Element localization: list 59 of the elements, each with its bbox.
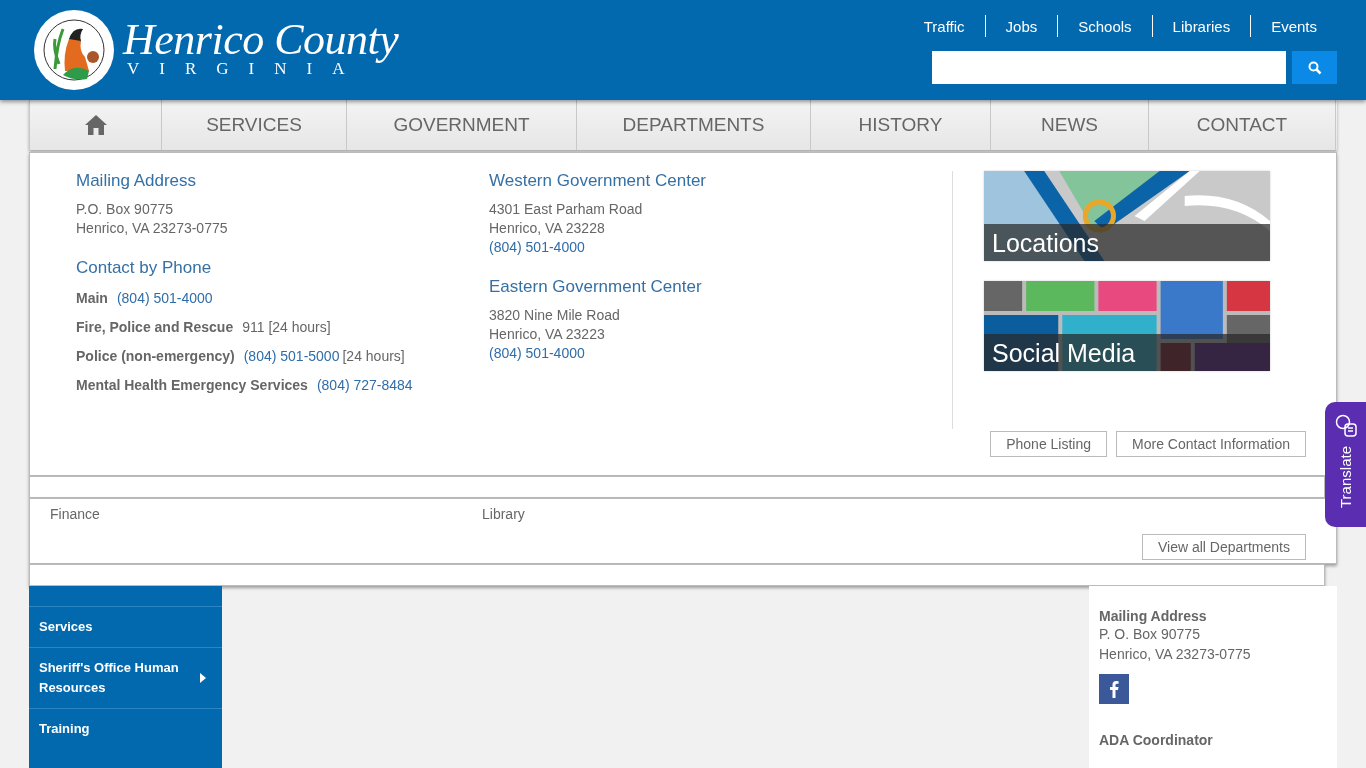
sidebar-item[interactable]: Sheriff's Office Human Resources <box>29 647 222 708</box>
tile-link[interactable]: Social Media <box>984 281 1270 371</box>
utility-link[interactable]: Schools <box>1058 17 1152 35</box>
nav-tab[interactable]: SERVICES <box>161 100 346 150</box>
department-link[interactable]: Library <box>482 506 914 522</box>
sidebar-item[interactable]: Training <box>29 708 222 749</box>
outline-button[interactable]: More Contact Information <box>1116 431 1306 457</box>
tile-label: Locations <box>992 229 1100 258</box>
facebook-icon[interactable] <box>1099 674 1129 704</box>
nav-tab[interactable]: DEPARTMENTS <box>576 100 810 150</box>
section-heading: Eastern Government Center <box>489 277 703 297</box>
address-line: Henrico, VA 23273-0775 <box>76 220 229 236</box>
translate-icon <box>1334 414 1357 438</box>
nav-tab[interactable]: CONTACT <box>1148 100 1336 150</box>
phone-link[interactable]: (804) 501-5000 <box>243 348 340 364</box>
info-heading: Mailing Address <box>1099 608 1208 624</box>
address-line: Henrico, VA 23228 <box>489 220 606 236</box>
outline-button[interactable]: View all Departments <box>1141 534 1306 560</box>
phone-note: [24 hours] <box>342 348 405 364</box>
nav-tab[interactable]: NEWS <box>990 100 1148 150</box>
home-icon <box>83 114 108 136</box>
address-line: 3820 Nine Mile Road <box>489 307 621 323</box>
department-link[interactable]: Finance <box>50 506 482 522</box>
phone-label: Police (non-emergency) <box>76 348 235 364</box>
sidebar-item[interactable]: Services <box>29 606 222 647</box>
phone-link[interactable]: (804) 727-8484 <box>316 377 413 393</box>
tile-link[interactable]: Locations <box>984 171 1270 261</box>
caret-icon <box>200 673 206 683</box>
phone-label: Main <box>76 290 108 306</box>
utility-link[interactable]: Libraries <box>1152 17 1251 35</box>
translate-tab[interactable]: Translate <box>1325 402 1366 527</box>
nav-tab[interactable]: GOVERNMENT <box>346 100 576 150</box>
phone-link[interactable]: (804) 501-4000 <box>489 345 952 361</box>
section-heading: Contact by Phone <box>76 258 213 278</box>
tile-label: Social Media <box>992 339 1136 368</box>
address-line: Henrico, VA 23273-0775 <box>1099 645 1252 664</box>
nav-tab[interactable]: HISTORY <box>810 100 990 150</box>
search-button[interactable] <box>1292 51 1337 84</box>
address-line: P.O. Box 90775 <box>76 201 175 217</box>
utility-link[interactable]: Events <box>1251 17 1337 35</box>
phone-link[interactable]: (804) 501-4000 <box>116 290 213 306</box>
section-heading: Mailing Address <box>76 171 197 191</box>
phone-label: Fire, Police and Rescue <box>76 319 234 335</box>
search-field[interactable] <box>932 51 1286 84</box>
address-line: 4301 East Parham Road <box>489 201 644 217</box>
county-seal-icon <box>33 9 115 91</box>
state-name: VIRGINIA <box>127 59 365 77</box>
address-line: Henrico, VA 23223 <box>489 326 606 342</box>
section-heading: Western Government Center <box>489 171 707 191</box>
outline-button[interactable]: Phone Listing <box>990 431 1108 457</box>
phone-link[interactable]: (804) 501-4000 <box>489 239 952 255</box>
search-icon <box>1307 60 1322 75</box>
county-name[interactable]: Henrico County <box>123 17 399 62</box>
utility-link[interactable]: Jobs <box>985 17 1058 35</box>
info-heading: ADA Coordinator <box>1099 732 1214 748</box>
address-line: P. O. Box 90775 <box>1099 625 1201 644</box>
utility-link[interactable]: Traffic <box>903 17 985 35</box>
phone-label: Mental Health Emergency Services <box>76 377 308 393</box>
phone-note: 911 [24 hours] <box>242 319 331 335</box>
